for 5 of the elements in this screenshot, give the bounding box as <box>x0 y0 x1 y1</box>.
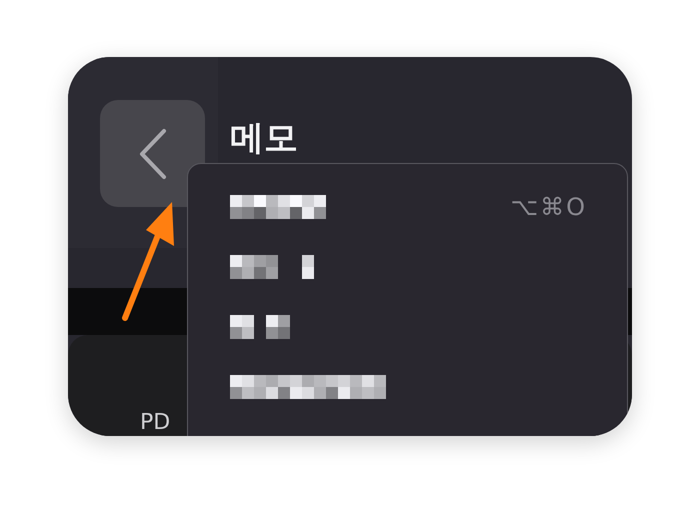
shortcut-label: ⌥⌘O <box>510 193 587 221</box>
back-button[interactable] <box>100 100 205 207</box>
window-title: 메모 <box>230 121 298 155</box>
pixelated-text <box>230 315 290 339</box>
card-label: PD <box>140 412 170 434</box>
